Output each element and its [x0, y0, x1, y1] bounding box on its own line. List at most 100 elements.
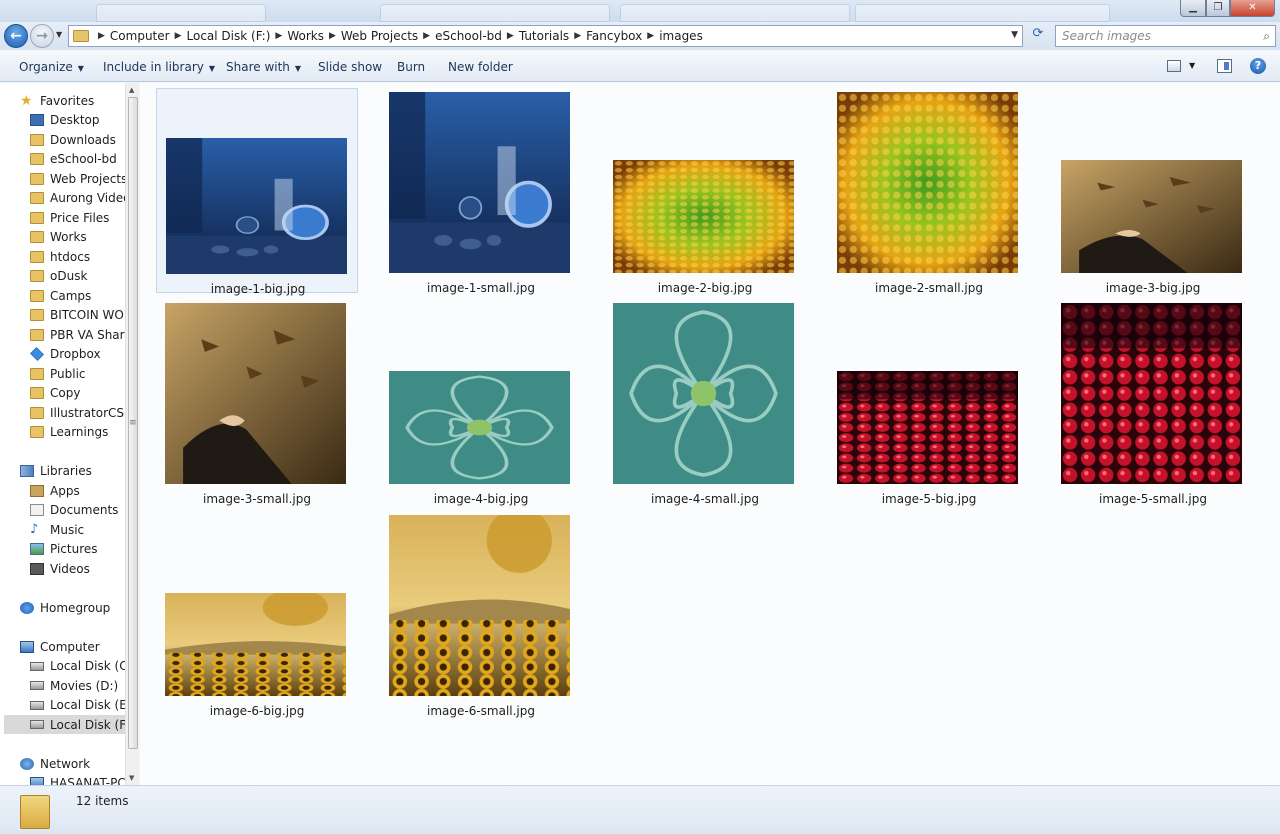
file-item[interactable]: image-2-big.jpg — [604, 88, 806, 295]
file-item[interactable]: image-1-big.jpg — [156, 88, 359, 296]
maximize-button[interactable]: ❐ — [1206, 0, 1230, 17]
image-thumbnail[interactable] — [613, 303, 794, 484]
image-thumbnail[interactable] — [165, 303, 346, 484]
image-thumbnail[interactable] — [389, 92, 570, 273]
file-item[interactable]: image-3-small.jpg — [156, 299, 358, 506]
nav-group-computer[interactable]: Computer — [20, 637, 100, 656]
file-item[interactable]: image-5-small.jpg — [1052, 299, 1254, 506]
nav-group-libraries[interactable]: Libraries — [20, 462, 92, 481]
nav-item-camps[interactable]: Camps — [30, 286, 91, 305]
file-name[interactable]: image-2-big.jpg — [604, 281, 806, 295]
chevron-right-icon[interactable]: ▶ — [507, 31, 514, 41]
share-with-button[interactable]: Share with ▼ — [226, 60, 301, 74]
slide-show-button[interactable]: Slide show — [318, 60, 382, 74]
file-name[interactable]: image-6-big.jpg — [156, 704, 358, 718]
image-thumbnail[interactable] — [613, 160, 794, 273]
chevron-right-icon[interactable]: ▶ — [329, 31, 336, 41]
preview-pane-icon[interactable] — [1217, 59, 1232, 73]
nav-item-illustratorcs6[interactable]: IllustratorCS6 — [30, 403, 132, 422]
chevron-right-icon[interactable]: ▶ — [574, 31, 581, 41]
nav-group-homegroup[interactable]: Homegroup — [20, 598, 110, 617]
nav-item-drive-1[interactable]: Movies (D:) — [30, 676, 118, 695]
nav-item-dropbox[interactable]: Dropbox — [30, 345, 101, 364]
nav-item-works[interactable]: Works — [30, 228, 87, 247]
file-item[interactable]: image-6-big.jpg — [156, 511, 358, 718]
chevron-down-icon[interactable]: ▼ — [1189, 61, 1195, 70]
breadcrumb-images[interactable]: images — [659, 29, 703, 43]
file-item[interactable]: image-2-small.jpg — [828, 88, 1030, 295]
recent-pages-dropdown[interactable]: ▼ — [56, 30, 62, 39]
scroll-up-icon[interactable]: ▲ — [129, 86, 134, 94]
nav-item-bitcoin-word[interactable]: BITCOIN WORD — [30, 306, 139, 325]
nav-item-eschool-bd[interactable]: eSchool-bd — [30, 150, 117, 169]
nav-item-drive-0[interactable]: Local Disk (C:) — [30, 657, 136, 676]
nav-item-network-pc[interactable]: HASANAT-PC — [30, 774, 126, 785]
file-name[interactable]: image-2-small.jpg — [828, 281, 1030, 295]
new-folder-button[interactable]: New folder — [448, 60, 513, 74]
file-item[interactable]: image-4-small.jpg — [604, 299, 806, 506]
nav-item-documents[interactable]: Documents — [30, 501, 118, 520]
nav-item-apps[interactable]: Apps — [30, 481, 80, 500]
search-input[interactable]: Search images ⌕ — [1055, 25, 1276, 47]
image-thumbnail[interactable] — [389, 371, 570, 484]
nav-item-aurong-video[interactable]: Aurong Video — [30, 189, 130, 208]
breadcrumb-local-disk-f[interactable]: Local Disk (F:) — [187, 29, 271, 43]
nav-item-copy[interactable]: Copy — [30, 384, 80, 403]
address-bar[interactable]: ▶ Computer ▶ Local Disk (F:) ▶ Works ▶ W… — [68, 25, 1023, 47]
include-in-library-button[interactable]: Include in library ▼ — [103, 60, 215, 74]
nav-item-drive-2[interactable]: Local Disk (E:) — [30, 696, 136, 715]
file-item[interactable]: image-4-big.jpg — [380, 299, 582, 506]
breadcrumb-web-projects[interactable]: Web Projects — [341, 29, 418, 43]
image-thumbnail[interactable] — [389, 515, 570, 696]
chevron-down-icon[interactable]: ▼ — [1011, 30, 1018, 40]
file-name[interactable]: image-6-small.jpg — [380, 704, 582, 718]
nav-item-odusk[interactable]: oDusk — [30, 267, 87, 286]
organize-button[interactable]: Organize ▼ — [19, 60, 84, 74]
breadcrumb-tutorials[interactable]: Tutorials — [519, 29, 569, 43]
search-icon[interactable]: ⌕ — [1263, 26, 1270, 46]
file-item[interactable]: image-1-small.jpg — [380, 88, 582, 295]
help-icon[interactable]: ? — [1250, 58, 1266, 74]
nav-item-music[interactable]: ♪ Music — [30, 520, 84, 539]
file-name[interactable]: image-3-big.jpg — [1052, 281, 1254, 295]
scroll-thumb[interactable] — [128, 97, 138, 749]
nav-item-pbr-va-shared[interactable]: PBR VA Shared — [30, 325, 139, 344]
image-thumbnail[interactable] — [1061, 303, 1242, 484]
scroll-down-icon[interactable]: ▼ — [129, 774, 134, 782]
nav-group-network[interactable]: Network — [20, 754, 90, 773]
nav-item-learnings[interactable]: Learnings — [30, 423, 108, 442]
nav-item-price-files[interactable]: Price Files — [30, 208, 109, 227]
nav-item-public[interactable]: Public — [30, 364, 86, 383]
nav-group-favorites[interactable]: ★ Favorites — [20, 91, 94, 110]
file-name[interactable]: image-1-small.jpg — [380, 281, 582, 295]
breadcrumb-fancybox[interactable]: Fancybox — [586, 29, 642, 43]
file-item[interactable]: image-3-big.jpg — [1052, 88, 1254, 295]
nav-item-drive-3[interactable]: Local Disk (F:) — [4, 715, 134, 734]
file-name[interactable]: image-5-big.jpg — [828, 492, 1030, 506]
breadcrumb-works[interactable]: Works — [287, 29, 324, 43]
image-thumbnail[interactable] — [837, 371, 1018, 484]
nav-item-downloads[interactable]: Downloads — [30, 130, 116, 149]
image-thumbnail[interactable] — [166, 138, 347, 274]
file-item[interactable]: image-6-small.jpg — [380, 511, 582, 718]
chevron-right-icon[interactable]: ▶ — [275, 31, 282, 41]
image-thumbnail[interactable] — [837, 92, 1018, 273]
file-name[interactable]: image-4-small.jpg — [604, 492, 806, 506]
file-name[interactable]: image-5-small.jpg — [1052, 492, 1254, 506]
nav-item-web-projects[interactable]: Web Projects — [30, 169, 127, 188]
refresh-button[interactable]: ⟳ — [1027, 26, 1049, 46]
file-name[interactable]: image-1-big.jpg — [157, 282, 359, 296]
file-item[interactable]: image-5-big.jpg — [828, 299, 1030, 506]
chevron-right-icon[interactable]: ▶ — [98, 31, 105, 41]
file-name[interactable]: image-4-big.jpg — [380, 492, 582, 506]
breadcrumb-computer[interactable]: Computer — [110, 29, 170, 43]
image-thumbnail[interactable] — [165, 593, 346, 696]
nav-item-pictures[interactable]: Pictures — [30, 540, 98, 559]
chevron-right-icon[interactable]: ▶ — [647, 31, 654, 41]
breadcrumb-eschool-bd[interactable]: eSchool-bd — [435, 29, 502, 43]
file-name[interactable]: image-3-small.jpg — [156, 492, 358, 506]
nav-item-htdocs[interactable]: htdocs — [30, 247, 90, 266]
chevron-right-icon[interactable]: ▶ — [175, 31, 182, 41]
change-view-icon[interactable] — [1167, 60, 1181, 72]
minimize-button[interactable]: ▁ — [1180, 0, 1206, 17]
